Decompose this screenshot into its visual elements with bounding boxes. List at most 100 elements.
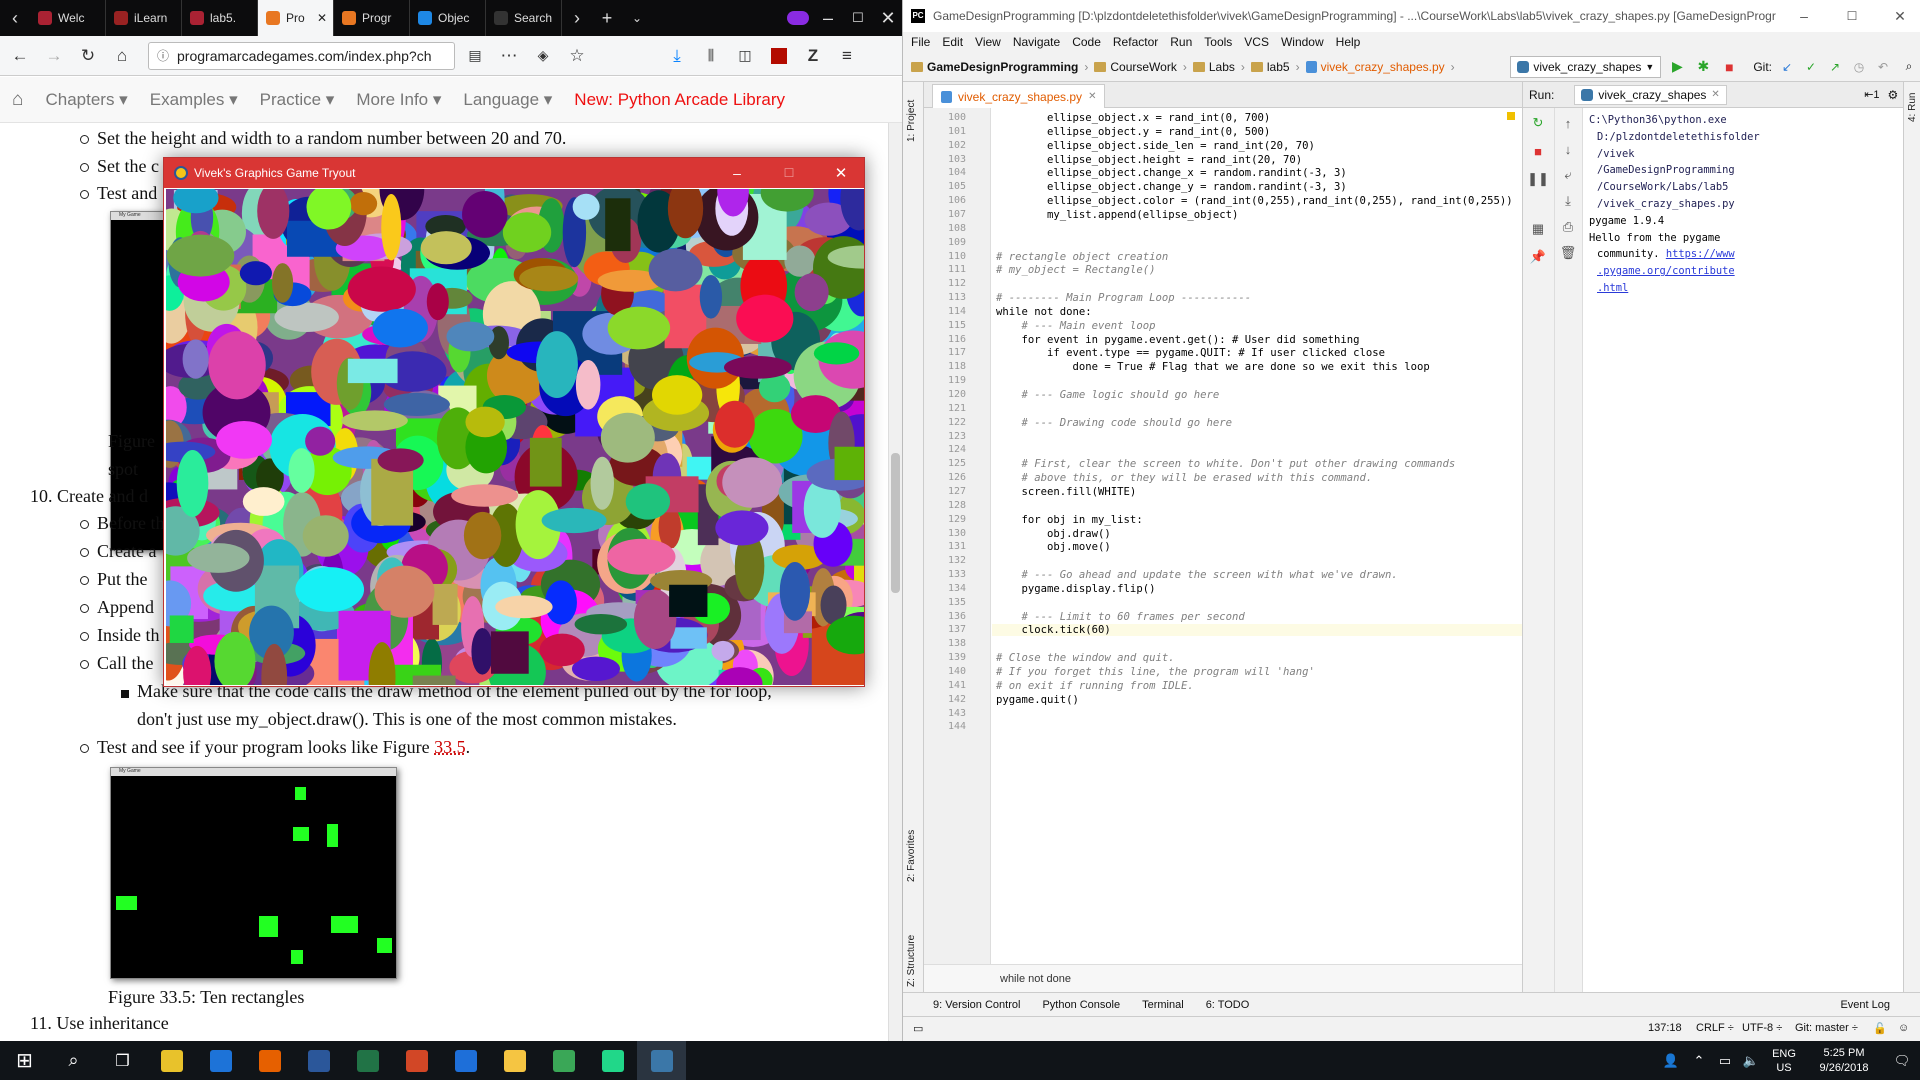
- code-line[interactable]: my_list.append(ellipse_object): [996, 209, 1238, 221]
- start-windows-icon[interactable]: ⊞: [0, 1041, 49, 1080]
- menu-hamburger-icon[interactable]: ≡: [833, 42, 861, 70]
- search-everywhere-icon[interactable]: ⌕: [1898, 59, 1920, 74]
- event-log[interactable]: Event Log: [1840, 999, 1890, 1011]
- menu-refactor[interactable]: Refactor: [1113, 35, 1158, 49]
- menu-window[interactable]: Window: [1281, 35, 1324, 49]
- inspection-indicator[interactable]: [1507, 112, 1515, 120]
- back-icon[interactable]: ←: [6, 42, 34, 70]
- tool-tab-structure[interactable]: Z: Structure: [906, 935, 917, 987]
- git-history-icon[interactable]: ◷: [1850, 60, 1868, 74]
- reader-view-icon[interactable]: ▤: [461, 42, 489, 70]
- code-line[interactable]: # --- Main event loop: [996, 320, 1156, 332]
- code-line[interactable]: # --- Drawing code should go here: [996, 417, 1233, 429]
- maximize-icon[interactable]: ☐: [1832, 9, 1872, 23]
- browser-tab[interactable]: Pro ✕: [258, 0, 334, 36]
- code-line[interactable]: # Close the window and quit.: [996, 652, 1175, 664]
- taskbar-edge-icon[interactable]: [196, 1041, 245, 1080]
- taskbar-chrome-icon[interactable]: [147, 1041, 196, 1080]
- close-tab-icon[interactable]: ✕: [1088, 91, 1096, 102]
- git-update-icon[interactable]: ↙: [1778, 60, 1796, 74]
- browser-tab[interactable]: Objec: [410, 0, 486, 36]
- browser-tab[interactable]: Progr: [334, 0, 410, 36]
- search-icon[interactable]: ⌕: [49, 1041, 98, 1080]
- close-run-tab-icon[interactable]: ✕: [1711, 89, 1719, 100]
- scroll-up-icon[interactable]: ↑: [1559, 114, 1577, 132]
- console-output[interactable]: C:\Python36\python.exe D:/plzdontdeletet…: [1589, 112, 1889, 297]
- menu-tools[interactable]: Tools: [1204, 35, 1232, 49]
- close-tab-icon[interactable]: ✕: [317, 11, 327, 25]
- code-line[interactable]: pygame.display.flip(): [996, 583, 1156, 595]
- code-line[interactable]: # First, clear the screen to white. Don'…: [996, 458, 1456, 470]
- minimize-icon[interactable]: –: [714, 165, 760, 181]
- code-line[interactable]: # --- Go ahead and update the screen wit…: [996, 569, 1398, 581]
- rerun-icon[interactable]: ↻: [1529, 114, 1547, 132]
- menu-edit[interactable]: Edit: [942, 35, 963, 49]
- scroll-to-end-icon[interactable]: ⤓: [1559, 192, 1577, 210]
- breadcrumb-labs[interactable]: Labs: [1192, 60, 1235, 74]
- close-window-icon[interactable]: ✕: [873, 0, 902, 36]
- code-line[interactable]: ellipse_object.x = rand_int(0, 700): [996, 112, 1270, 124]
- close-icon[interactable]: ✕: [818, 164, 864, 182]
- tab-scroll-right-icon[interactable]: ›: [562, 0, 592, 36]
- breadcrumb-file[interactable]: vivek_crazy_shapes.py: [1305, 60, 1445, 74]
- taskbar-powerpoint-icon[interactable]: [392, 1041, 441, 1080]
- code-line[interactable]: # --- Game logic should go here: [996, 389, 1220, 401]
- zotero-icon[interactable]: Z: [799, 42, 827, 70]
- code-line[interactable]: ellipse_object.side_len = rand_int(20, 7…: [996, 140, 1315, 152]
- code-line[interactable]: # --- Limit to 60 frames per second: [996, 611, 1245, 623]
- run-icon[interactable]: ▶: [1667, 58, 1687, 75]
- nav-practice[interactable]: Practice ▾: [260, 90, 335, 110]
- acrobat-icon[interactable]: [765, 42, 793, 70]
- url-bar[interactable]: ⓘ programarcadegames.com/index.php?ch: [148, 41, 455, 70]
- run-config-dropdown[interactable]: vivek_crazy_shapes ▼: [1510, 55, 1662, 78]
- git-branch[interactable]: Git: master ÷: [1795, 1022, 1858, 1034]
- code-line[interactable]: obj.move(): [996, 541, 1111, 553]
- pin-icon[interactable]: 📌: [1529, 248, 1547, 266]
- info-icon[interactable]: ⓘ: [157, 47, 169, 64]
- home-icon[interactable]: ⌂: [108, 42, 136, 70]
- taskbar-excel-icon[interactable]: [343, 1041, 392, 1080]
- browser-tab[interactable]: lab5.: [182, 0, 258, 36]
- breadcrumb-lab5[interactable]: lab5: [1250, 60, 1290, 74]
- code-line[interactable]: for event in pygame.event.get(): # User …: [996, 334, 1360, 346]
- maximize-icon[interactable]: ☐: [843, 0, 873, 36]
- figure-link[interactable]: 33.5: [434, 737, 466, 757]
- menu-run[interactable]: Run: [1170, 35, 1192, 49]
- code-line[interactable]: # -------- Main Program Loop -----------: [996, 292, 1251, 304]
- lock-icon[interactable]: 🔓: [1873, 1022, 1887, 1035]
- tab-scroll-left-icon[interactable]: ‹: [0, 0, 30, 36]
- reload-icon[interactable]: ↻: [74, 42, 102, 70]
- nav-more-info[interactable]: More Info ▾: [356, 90, 441, 110]
- taskbar-app-blue-icon[interactable]: [441, 1041, 490, 1080]
- menu-view[interactable]: View: [975, 35, 1001, 49]
- pygame-titlebar[interactable]: Vivek's Graphics Game Tryout – ☐ ✕: [164, 158, 864, 188]
- git-push-icon[interactable]: ↗: [1826, 60, 1844, 74]
- nav-examples[interactable]: Examples ▾: [150, 90, 238, 110]
- tool-tab-project[interactable]: 1: Project: [906, 100, 917, 142]
- language-indicator[interactable]: ENG US: [1764, 1041, 1804, 1080]
- git-commit-icon[interactable]: ✓: [1802, 60, 1820, 74]
- menu-navigate[interactable]: Navigate: [1013, 35, 1060, 49]
- tool-python-console[interactable]: Python Console: [1042, 999, 1120, 1011]
- tool-terminal[interactable]: Terminal: [1142, 999, 1184, 1011]
- code-line[interactable]: # on exit if running from IDLE.: [996, 680, 1194, 692]
- browser-tab[interactable]: Search: [486, 0, 562, 36]
- editor-tab-active[interactable]: vivek_crazy_shapes.py ✕: [932, 84, 1106, 108]
- close-icon[interactable]: ✕: [1880, 8, 1920, 25]
- taskbar-firefox-icon[interactable]: [245, 1041, 294, 1080]
- forward-icon[interactable]: →: [40, 42, 68, 70]
- stop-icon[interactable]: ■: [1529, 142, 1547, 160]
- game-canvas[interactable]: [166, 189, 864, 685]
- tool-tab-favorites[interactable]: 2: Favorites: [906, 830, 917, 882]
- nav-arcade-library[interactable]: New: Python Arcade Library: [574, 90, 785, 110]
- editor-breadcrumb-footer[interactable]: while not done: [924, 964, 1522, 992]
- menu-help[interactable]: Help: [1336, 35, 1361, 49]
- minimize-icon[interactable]: –: [813, 0, 843, 36]
- breadcrumb-project[interactable]: GameDesignProgramming: [911, 60, 1078, 74]
- pygame-link[interactable]: https://www: [1666, 248, 1735, 260]
- code-line[interactable]: if event.type == pygame.QUIT: # If user …: [996, 347, 1385, 359]
- code-line[interactable]: ellipse_object.y = rand_int(0, 500): [996, 126, 1270, 138]
- code-line[interactable]: # above this, or they will be erased wit…: [996, 472, 1373, 484]
- code-line[interactable]: ellipse_object.height = rand_int(20, 70): [996, 154, 1302, 166]
- minimize-icon[interactable]: –: [1784, 8, 1824, 24]
